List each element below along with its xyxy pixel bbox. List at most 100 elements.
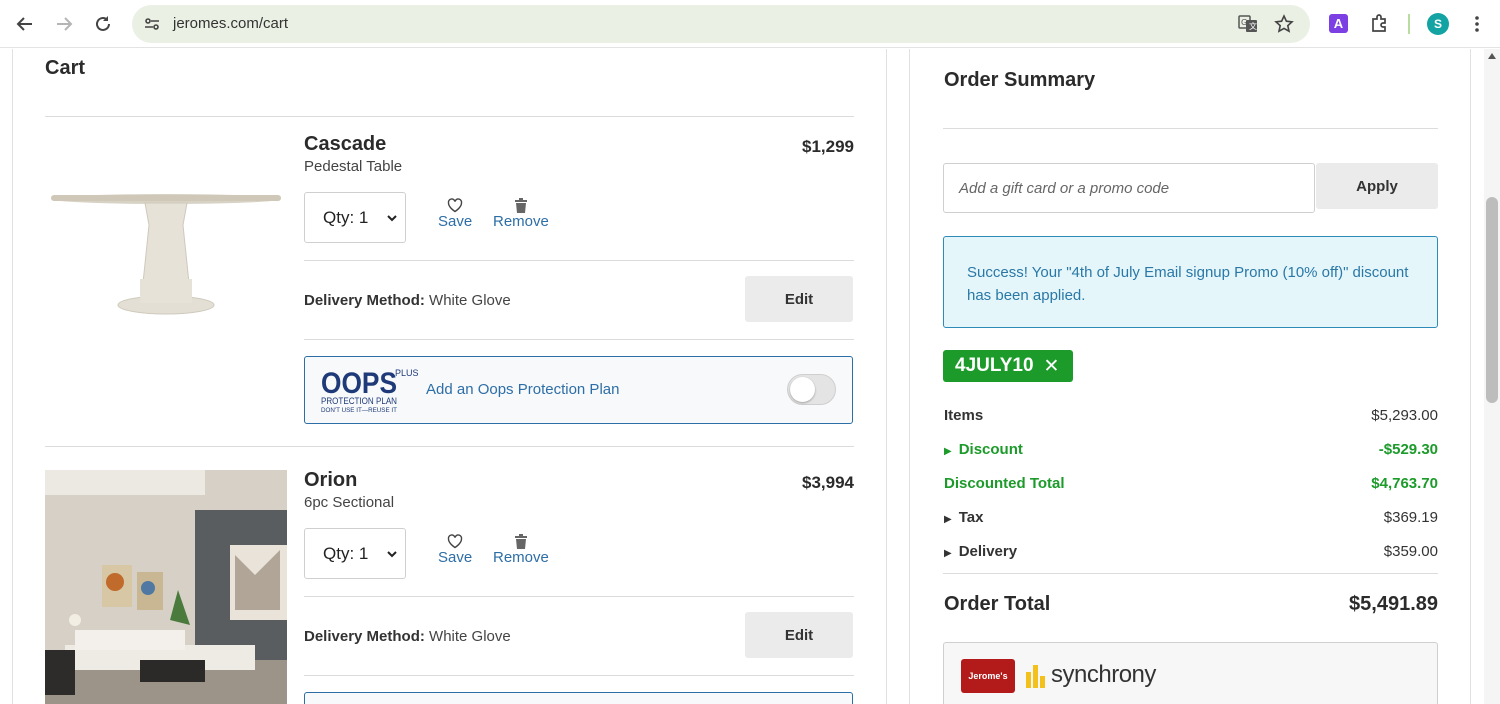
- protection-plan-box[interactable]: [304, 692, 853, 704]
- promo-placeholder: Add a gift card or a promo code: [959, 179, 1170, 197]
- edit-delivery-button[interactable]: Edit: [745, 276, 853, 322]
- synchrony-logo: synchrony: [1026, 661, 1156, 689]
- expand-triangle-icon: ▶: [944, 514, 952, 525]
- reload-icon[interactable]: [91, 12, 115, 36]
- toggle-knob: [790, 377, 815, 402]
- remove-button[interactable]: Remove: [493, 197, 549, 230]
- financing-banner[interactable]: Jerome's synchrony: [943, 642, 1438, 704]
- item-price: $3,994: [802, 473, 854, 492]
- row-label: Items: [944, 407, 984, 424]
- edit-delivery-button[interactable]: Edit: [745, 612, 853, 658]
- product-image-cascade[interactable]: [45, 129, 287, 329]
- svg-text:DON'T USE IT—REUSE IT: DON'T USE IT—REUSE IT: [321, 408, 397, 414]
- summary-row-discount[interactable]: ▶ Discount -$529.30: [944, 441, 1438, 458]
- delivery-label: Delivery Method:: [304, 628, 425, 645]
- site-info-icon[interactable]: [142, 14, 162, 34]
- address-bar[interactable]: jeromes.com/cart G文: [132, 5, 1310, 43]
- remove-label: Remove: [493, 213, 549, 230]
- url-text[interactable]: jeromes.com/cart: [173, 15, 288, 32]
- delivery-value: White Glove: [429, 292, 511, 309]
- divider: [943, 573, 1438, 574]
- summary-row-tax[interactable]: ▶ Tax $369.19: [944, 509, 1438, 526]
- order-total: Order Total $5,491.89: [944, 593, 1438, 616]
- coupon-chip: 4JULY10 ✕: [943, 350, 1074, 382]
- save-label: Save: [438, 549, 473, 566]
- divider: [304, 675, 854, 676]
- delivery-value: White Glove: [429, 628, 511, 645]
- toolbar-divider: [1408, 14, 1410, 34]
- page-content: Cart Cascade Pedestal Table $1,299 Qty: …: [0, 49, 1500, 704]
- row-value: $4,763.70: [1371, 475, 1438, 492]
- save-button[interactable]: Save: [438, 197, 472, 230]
- item-subtitle: Pedestal Table: [304, 158, 403, 175]
- scrollbar[interactable]: [1484, 49, 1500, 704]
- quantity-select[interactable]: Qty: 1: [304, 528, 406, 579]
- save-label: Save: [438, 213, 473, 230]
- chevron-down-icon: [387, 547, 397, 561]
- avatar[interactable]: S: [1427, 13, 1449, 35]
- synchrony-mark-icon: [1026, 665, 1045, 688]
- protection-plan-box[interactable]: OOPS PLUS PROTECTION PLAN DON'T USE IT—R…: [304, 356, 853, 424]
- delivery-method: Delivery Method: White Glove: [304, 628, 511, 645]
- item-name[interactable]: Orion: [304, 469, 357, 492]
- item-subtitle: 6pc Sectional: [304, 494, 395, 511]
- extension-a-icon[interactable]: A: [1329, 14, 1348, 33]
- row-value: $359.00: [1383, 543, 1438, 560]
- svg-text:G: G: [1241, 18, 1247, 27]
- synchrony-text: synchrony: [1051, 661, 1156, 688]
- save-button[interactable]: Save: [438, 533, 472, 566]
- scrollbar-thumb[interactable]: [1486, 197, 1498, 403]
- protection-plan-toggle[interactable]: [787, 374, 836, 405]
- row-value: $369.19: [1383, 509, 1438, 526]
- summary-row-delivery[interactable]: ▶ Delivery $359.00: [944, 543, 1438, 560]
- divider: [304, 339, 854, 340]
- translate-icon[interactable]: G文: [1237, 14, 1259, 34]
- trash-icon: [514, 197, 528, 213]
- quantity-select[interactable]: Qty: 1: [304, 192, 406, 243]
- divider: [45, 446, 854, 447]
- delivery-method: Delivery Method: White Glove: [304, 292, 511, 309]
- heart-icon: [447, 533, 463, 549]
- scroll-up-arrow-icon[interactable]: [1488, 53, 1496, 59]
- close-icon[interactable]: ✕: [1044, 355, 1060, 378]
- row-label: Discounted Total: [944, 475, 1065, 492]
- row-label: Delivery: [958, 543, 1018, 560]
- back-icon[interactable]: [13, 12, 37, 36]
- promo-code-input[interactable]: Add a gift card or a promo code: [943, 163, 1315, 213]
- summary-row-items: Items $5,293.00: [944, 407, 1438, 424]
- order-total-value: $5,491.89: [1349, 593, 1438, 615]
- menu-icon[interactable]: [1466, 13, 1488, 35]
- order-total-label: Order Total: [944, 593, 1051, 615]
- remove-button[interactable]: Remove: [493, 533, 549, 566]
- divider: [304, 596, 854, 597]
- row-value: $5,293.00: [1371, 407, 1438, 424]
- forward-icon[interactable]: [52, 12, 76, 36]
- row-value: -$529.30: [1378, 441, 1438, 458]
- jeromes-credit-card: Jerome's: [961, 659, 1015, 693]
- summary-row-discounted-total: Discounted Total $4,763.70: [944, 475, 1438, 492]
- divider: [45, 116, 854, 117]
- coupon-code: 4JULY10: [955, 355, 1034, 376]
- svg-text:PLUS: PLUS: [395, 368, 419, 378]
- expand-triangle-icon: ▶: [944, 548, 952, 559]
- svg-text:文: 文: [1249, 21, 1257, 31]
- expand-triangle-icon: ▶: [944, 446, 952, 457]
- order-summary-title: Order Summary: [944, 69, 1096, 91]
- puzzle-icon[interactable]: [1368, 13, 1390, 35]
- chevron-down-icon: [387, 211, 397, 225]
- trash-icon: [514, 533, 528, 549]
- row-label: Tax: [958, 509, 984, 526]
- item-price: $1,299: [802, 137, 854, 156]
- browser-toolbar: jeromes.com/cart G文 A S: [0, 0, 1500, 48]
- apply-button[interactable]: Apply: [1316, 163, 1438, 209]
- star-icon[interactable]: [1273, 14, 1295, 34]
- protection-plan-label[interactable]: Add an Oops Protection Plan: [426, 381, 619, 398]
- heart-icon: [447, 197, 463, 213]
- product-image-orion[interactable]: [45, 470, 287, 704]
- remove-label: Remove: [493, 549, 549, 566]
- item-name[interactable]: Cascade: [304, 133, 386, 156]
- success-message: Success! Your "4th of July Email signup …: [943, 236, 1438, 328]
- oops-logo: OOPS PLUS PROTECTION PLAN DON'T USE IT—R…: [321, 365, 421, 415]
- cart-title: Cart: [45, 57, 86, 79]
- svg-text:PROTECTION PLAN: PROTECTION PLAN: [321, 396, 397, 406]
